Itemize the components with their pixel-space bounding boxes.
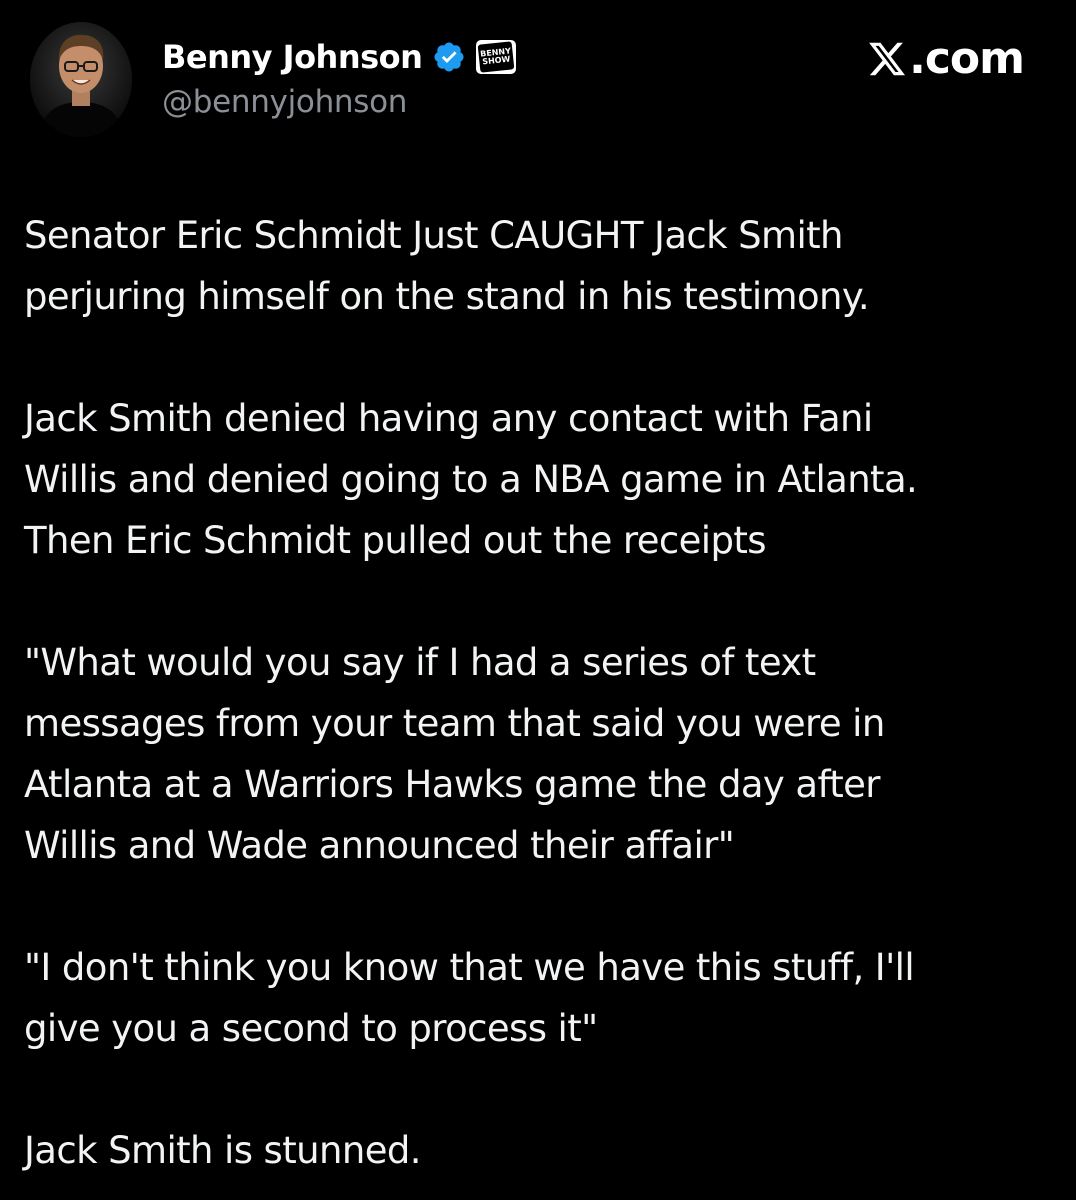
- avatar-image: [30, 22, 132, 137]
- tweet-paragraph: Jack Smith is stunned.: [24, 1129, 422, 1172]
- tweet-paragraph: "I don't think you know that we have thi…: [24, 946, 915, 1050]
- site-label: .com: [909, 33, 1025, 84]
- tweet-paragraph: "What would you say if I had a series of…: [24, 641, 885, 867]
- tweet-paragraph: Senator Eric Schmidt Just CAUGHT Jack Sm…: [24, 214, 870, 318]
- author-handle[interactable]: @bennyjohnson: [162, 84, 516, 120]
- x-logo-icon: [867, 39, 907, 79]
- verified-badge-icon: [432, 40, 466, 74]
- author-block: Benny Johnson BENNY SHOW @bennyjohnson: [162, 34, 517, 120]
- site-watermark: .com: [867, 33, 1025, 84]
- display-name[interactable]: Benny Johnson: [162, 38, 423, 76]
- show-badge-icon: BENNY SHOW: [476, 40, 517, 74]
- tweet-header: Benny Johnson BENNY SHOW @bennyjohnson .…: [30, 22, 1025, 142]
- show-badge-line2: SHOW: [482, 54, 512, 67]
- tweet-text: Senator Eric Schmidt Just CAUGHT Jack Sm…: [24, 205, 1044, 1181]
- tweet-paragraph: Jack Smith denied having any contact wit…: [24, 397, 918, 562]
- avatar[interactable]: [30, 22, 132, 137]
- name-row: Benny Johnson BENNY SHOW: [162, 34, 517, 80]
